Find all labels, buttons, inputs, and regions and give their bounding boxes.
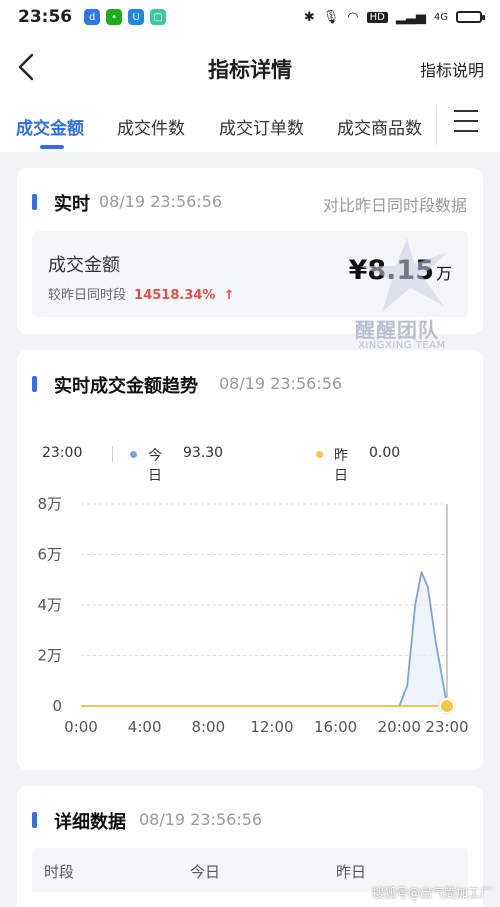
trend-card: 实时成交金额趋势 08/19 23:56:56 23:00 今日 93.30 昨… (17, 350, 483, 770)
compare-percentage: 14518.34% (134, 288, 216, 303)
hd-badge: HD (366, 11, 388, 23)
metric-label: 成交金额 (48, 255, 120, 276)
y-tick-label: 8万 (37, 495, 62, 513)
column-header-yesterday: 昨日 (336, 863, 367, 881)
trend-title: 实时成交金额趋势 (54, 376, 198, 397)
active-tab-indicator (40, 145, 64, 149)
app-notification-icon: d (84, 9, 101, 25)
footer-watermark: 搜狐号@出气筒加工厂 (371, 886, 492, 900)
x-tick-label: 12:00 (250, 718, 293, 736)
status-time: 23:56 (18, 7, 73, 27)
nav-bar: 指标详情 指标说明 (0, 34, 500, 100)
column-header-today: 今日 (190, 863, 221, 881)
realtime-timestamp: 08/19 23:56:56 (99, 192, 223, 211)
arrow-up-icon: ↑ (223, 288, 235, 303)
legend-yesterday-dot (316, 451, 323, 458)
microphone-icon: 🎙 (322, 9, 340, 25)
compare-yesterday-link[interactable]: 对比昨日同时段数据 (323, 192, 467, 216)
tab-items[interactable]: 成交件数 (117, 114, 185, 139)
realtime-title: 实时 (54, 194, 90, 215)
y-tick-label: 6万 (37, 546, 62, 564)
x-tick-label: 16:00 (314, 718, 357, 736)
wifi-icon: ◠ (347, 9, 359, 25)
chat-app-icon: ▢ (150, 9, 167, 25)
tab-amount[interactable]: 成交金额 (16, 114, 84, 139)
y-tick-label: 0 (52, 697, 62, 715)
x-tick-label: 8:00 (191, 718, 225, 736)
y-tick-label: 2万 (37, 647, 62, 665)
series-today-line (81, 571, 448, 707)
x-tick-label: 0:00 (64, 718, 98, 736)
trend-chart[interactable]: 0 2万 4万 6万 8万 0:00 4:00 8:00 12:00 16:00 20:00 23:0… (17, 490, 483, 750)
section-marker (32, 812, 37, 828)
wechat-icon: • (106, 9, 123, 25)
details-timestamp: 08/19 23:56:56 (139, 810, 263, 829)
tab-divider (436, 106, 437, 146)
star-logo-icon (360, 238, 448, 312)
legend-today-dot (130, 451, 137, 458)
signal-icon: ▂▃▅ (395, 9, 426, 25)
series-today-area (81, 572, 447, 706)
details-title: 详细数据 (54, 812, 126, 833)
legend-divider (112, 446, 113, 462)
security-app-icon: U (128, 9, 145, 25)
menu-icon[interactable] (454, 110, 482, 136)
cursor-marker-dot (441, 700, 453, 712)
metric-help-link[interactable]: 指标说明 (420, 57, 484, 81)
x-tick-label: 20:00 (378, 718, 421, 736)
notification-icons: d • U ▢ (84, 9, 167, 25)
tab-orders[interactable]: 成交订单数 (219, 114, 304, 139)
bluetooth-icon: ✱ (303, 9, 315, 25)
section-marker (32, 376, 37, 392)
y-tick-label: 4万 (37, 596, 62, 614)
x-tick-label: 4:00 (128, 718, 162, 736)
column-header-period: 时段 (44, 863, 75, 881)
network-type-badge: 4G (433, 11, 448, 23)
status-right: ✱ 🎙 ◠ HD ▂▃▅ 4G (303, 9, 485, 25)
legend-yesterday-label: 昨日 (334, 448, 348, 484)
legend-today-value: 93.30 (183, 445, 224, 461)
battery-icon (456, 11, 485, 23)
status-bar: 23:56 d • U ▢ ✱ 🎙 ◠ HD ▂▃▅ 4G (0, 0, 500, 34)
legend-yesterday-value: 0.00 (369, 445, 401, 461)
x-tick-label: 23:00 (425, 718, 468, 736)
watermark-text: 醒醒团队 (355, 318, 439, 342)
metric-tabs: 成交金额 成交件数 成交订单数 成交商品数 (0, 100, 500, 152)
legend-time: 23:00 (42, 445, 83, 461)
legend-today-label: 今日 (148, 448, 162, 484)
trend-timestamp: 08/19 23:56:56 (219, 374, 343, 393)
tab-products[interactable]: 成交商品数 (337, 114, 422, 139)
section-marker (32, 194, 37, 210)
metric-compare: 较昨日同时段 14518.34% ↑ (48, 284, 235, 303)
team-watermark: 醒醒团队 XINGXING TEAM (352, 236, 462, 356)
compare-label: 较昨日同时段 (48, 288, 127, 303)
